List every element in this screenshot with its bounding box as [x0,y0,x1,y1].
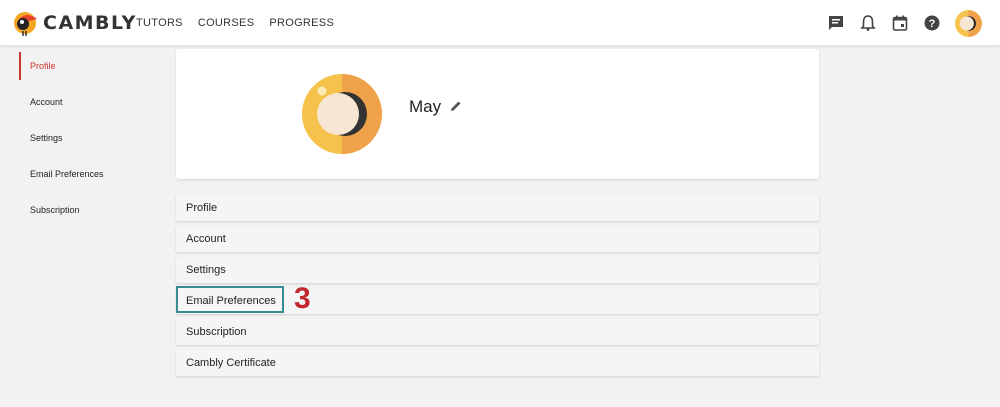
profile-card: May [176,49,819,179]
chat-icon[interactable] [827,14,845,32]
step-number-annotation: 3 [294,282,311,315]
help-icon[interactable]: ? [923,14,941,32]
calendar-icon[interactable] [891,14,909,32]
nav-progress[interactable]: PROGRESS [269,17,334,29]
cambly-logo[interactable]: CAMBLY [13,9,137,37]
svg-text:?: ? [929,18,936,30]
main-nav: TUTORS COURSES PROGRESS [136,17,334,29]
nav-courses[interactable]: COURSES [198,17,255,29]
sidebar-item-account[interactable]: Account [0,88,160,124]
profile-avatar[interactable] [302,74,382,154]
settings-sections-list: Profile Account Settings Email Preferenc… [176,195,819,381]
section-row-cambly-certificate[interactable]: Cambly Certificate [176,350,819,376]
settings-sidebar: Profile Account Settings Email Preferenc… [0,52,160,232]
logo-text: CAMBLY [43,12,137,34]
user-avatar[interactable] [955,10,982,37]
sidebar-item-profile[interactable]: Profile [0,52,160,88]
section-row-account[interactable]: Account [176,226,819,252]
toucan-logo-icon [14,12,37,36]
top-header: CAMBLY TUTORS COURSES PROGRESS ? [0,0,1000,46]
bell-icon[interactable] [859,14,877,32]
sidebar-item-email-preferences[interactable]: Email Preferences [0,160,160,196]
avatar-moon-icon [955,10,982,37]
sidebar-item-subscription[interactable]: Subscription [0,196,160,232]
edit-pencil-icon[interactable] [450,100,462,112]
profile-name: May [409,97,442,116]
section-row-email-preferences[interactable]: Email Preferences [176,288,819,314]
section-row-settings[interactable]: Settings [176,257,819,283]
section-row-profile[interactable]: Profile [176,195,819,221]
nav-tutors[interactable]: TUTORS [136,17,183,29]
sidebar-item-settings[interactable]: Settings [0,124,160,160]
section-row-subscription[interactable]: Subscription [176,319,819,345]
